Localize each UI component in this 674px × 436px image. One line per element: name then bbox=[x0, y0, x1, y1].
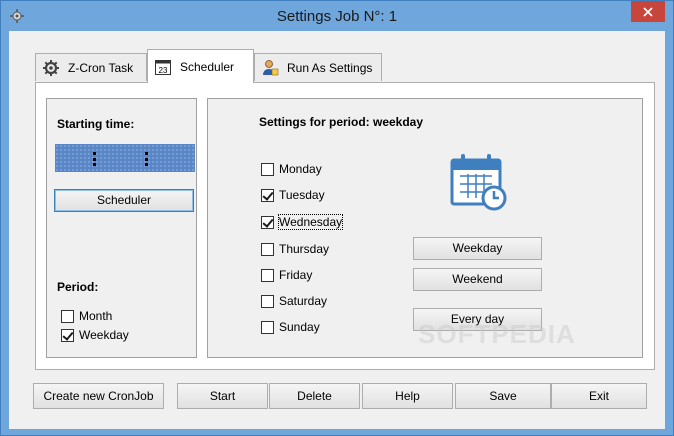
tab-label: Run As Settings bbox=[287, 60, 373, 75]
day-tuesday-checkbox[interactable]: Tuesday bbox=[261, 188, 325, 202]
checkbox-box[interactable] bbox=[61, 309, 74, 323]
day-saturday-checkbox[interactable]: Saturday bbox=[261, 294, 327, 308]
calendar-badge: 23 bbox=[159, 66, 168, 75]
starting-time-label: Starting time: bbox=[57, 117, 135, 131]
create-cronjob-button[interactable]: Create new CronJob bbox=[33, 383, 164, 409]
checkbox-box[interactable] bbox=[61, 328, 74, 342]
start-button[interactable]: Start bbox=[177, 383, 268, 409]
title-bar[interactable]: Settings Job N°: 1 bbox=[1, 1, 673, 31]
period-weekday-checkbox[interactable]: Weekday bbox=[61, 328, 129, 342]
close-icon bbox=[643, 6, 653, 17]
checkbox-label: Month bbox=[79, 309, 113, 323]
weekday-button[interactable]: Weekday bbox=[413, 237, 542, 260]
checkbox-label: Tuesday bbox=[279, 188, 325, 202]
day-friday-checkbox[interactable]: Friday bbox=[261, 268, 312, 282]
tab-scheduler[interactable]: 23 Scheduler bbox=[147, 49, 254, 83]
checkbox-box[interactable] bbox=[261, 162, 274, 176]
calendar-icon: 23 bbox=[155, 59, 171, 75]
every-day-button[interactable]: Every day bbox=[413, 308, 542, 331]
tab-run-as-settings[interactable]: Run As Settings bbox=[254, 53, 382, 81]
checkbox-box[interactable] bbox=[261, 294, 274, 308]
period-month-checkbox[interactable]: Month bbox=[61, 309, 112, 323]
exit-button[interactable]: Exit bbox=[551, 383, 647, 409]
checkbox-box[interactable] bbox=[261, 215, 274, 229]
checkbox-box[interactable] bbox=[261, 268, 274, 282]
checkbox-label: Saturday bbox=[279, 294, 328, 308]
checkbox-box[interactable] bbox=[261, 320, 274, 334]
tab-label: Scheduler bbox=[180, 59, 235, 74]
day-sunday-checkbox[interactable]: Sunday bbox=[261, 320, 320, 334]
day-monday-checkbox[interactable]: Monday bbox=[261, 162, 322, 176]
checkbox-label: Thursday bbox=[279, 242, 330, 256]
settings-window: Settings Job N°: 1 Z-Cron Task 23 Schedu… bbox=[0, 0, 674, 436]
help-button[interactable]: Help bbox=[362, 383, 453, 409]
period-settings-heading: Settings for period: weekday bbox=[259, 115, 424, 129]
checkbox-box[interactable] bbox=[261, 242, 274, 256]
window-title: Settings Job N°: 1 bbox=[276, 8, 398, 25]
close-button[interactable] bbox=[631, 1, 665, 22]
delete-button[interactable]: Delete bbox=[269, 383, 360, 409]
tab-zcron-task[interactable]: Z-Cron Task bbox=[35, 53, 147, 81]
checkbox-box[interactable] bbox=[261, 188, 274, 202]
period-settings-group: Settings for period: weekday Monday Tues… bbox=[207, 98, 643, 358]
checkbox-label: Sunday bbox=[279, 320, 320, 334]
starting-time-group: Starting time: Scheduler Period: Month W… bbox=[46, 98, 197, 358]
save-button[interactable]: Save bbox=[455, 383, 551, 409]
user-icon bbox=[263, 59, 279, 75]
client-area: Z-Cron Task 23 Scheduler Run As Settings… bbox=[9, 31, 665, 429]
period-label: Period: bbox=[57, 280, 99, 294]
led-time-display bbox=[55, 144, 195, 172]
day-wednesday-checkbox[interactable]: Wednesday bbox=[261, 214, 344, 230]
checkbox-label: Weekday bbox=[79, 328, 129, 342]
checkbox-label: Wednesday bbox=[277, 214, 344, 230]
checkbox-label: Monday bbox=[279, 162, 322, 176]
checkbox-label: Friday bbox=[279, 268, 313, 282]
day-thursday-checkbox[interactable]: Thursday bbox=[261, 242, 329, 256]
calendar-clock-icon bbox=[450, 154, 507, 211]
scheduler-button[interactable]: Scheduler bbox=[54, 189, 194, 212]
gear-icon bbox=[43, 59, 59, 76]
scheduler-panel: Starting time: Scheduler Period: Month W… bbox=[35, 82, 655, 370]
weekend-button[interactable]: Weekend bbox=[413, 268, 542, 291]
tab-label: Z-Cron Task bbox=[68, 60, 134, 75]
